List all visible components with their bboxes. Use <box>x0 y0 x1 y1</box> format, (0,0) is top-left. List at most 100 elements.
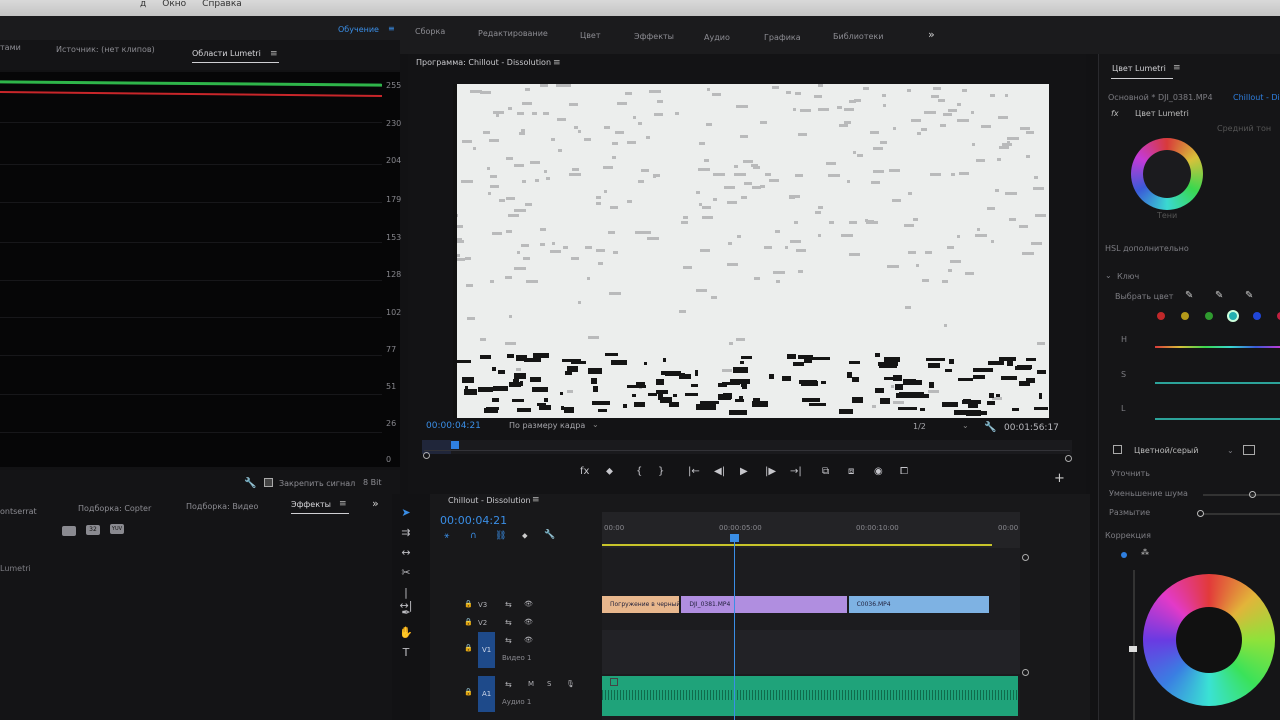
track-solo-button[interactable]: S <box>547 680 551 688</box>
menu-item-help[interactable]: Справка <box>202 0 242 10</box>
track-select-tool-icon[interactable]: ⇉ <box>398 526 414 539</box>
menu-item-window[interactable]: Окно <box>162 0 186 10</box>
wrench-icon[interactable]: 🔧 <box>244 478 256 489</box>
timeline-playhead[interactable] <box>729 534 739 720</box>
saturation-slider[interactable] <box>1155 382 1280 384</box>
marker-icon[interactable]: ⬥ <box>606 466 613 477</box>
bit-depth-select[interactable]: 8 Bit <box>363 478 381 487</box>
key-section-label[interactable]: Ключ <box>1117 272 1139 281</box>
hand-tool-icon[interactable]: ✋ <box>398 626 414 639</box>
track-mic-icon[interactable]: 🎙 <box>566 680 575 688</box>
track-visibility-icon[interactable]: 👁 <box>524 618 533 626</box>
timeline-timecode[interactable]: 00:00:04:21 <box>440 514 507 527</box>
sync-lock-icon[interactable]: ⇆ <box>505 600 512 609</box>
tab-effects[interactable]: Эффекты <box>291 500 349 514</box>
program-timecode[interactable]: 00:00:04:21 <box>426 421 481 431</box>
out-point-icon[interactable]: } <box>658 466 664 477</box>
fit-select[interactable]: По размеру кадра <box>509 421 585 430</box>
eyedropper-subtract-icon[interactable]: ✎ <box>1245 290 1253 301</box>
go-to-in-icon[interactable]: |← <box>688 466 700 477</box>
effects-menu-icon[interactable]: ≡ <box>339 499 347 509</box>
sync-lock-icon[interactable]: ⇆ <box>505 618 512 627</box>
in-point-icon[interactable]: { <box>636 466 642 477</box>
32bit-effects-icon[interactable]: 32 <box>86 525 100 535</box>
camera-icon[interactable]: ◉ <box>874 466 883 477</box>
sequence-clip-select[interactable]: Chillout - Di <box>1233 93 1280 102</box>
compare-icon[interactable]: ⧠ <box>900 466 908 477</box>
denoise-slider-thumb[interactable] <box>1249 491 1256 498</box>
tab-bin-copter[interactable]: Подборка: Copter <box>78 504 151 513</box>
fx-icon[interactable]: fx <box>580 466 589 477</box>
track-visibility-icon[interactable]: 👁 <box>524 636 533 644</box>
blur-slider[interactable] <box>1203 513 1280 515</box>
program-title[interactable]: Программа: Chillout - Dissolution <box>416 58 551 67</box>
nest-toggle-icon[interactable]: ⚹ <box>444 531 449 541</box>
timeline-title[interactable]: Chillout - Dissolution <box>448 496 531 505</box>
program-scrub-bar[interactable] <box>422 440 1072 454</box>
program-playhead[interactable] <box>451 441 460 449</box>
timeline-settings-icon[interactable]: 🔧 <box>544 530 555 540</box>
hsl-section-label[interactable]: HSL дополнительно <box>1105 244 1189 253</box>
workspace-tab-libraries[interactable]: Библиотеки <box>833 32 883 41</box>
workspace-tab-audio[interactable]: Аудио <box>704 33 730 42</box>
key-color-swatch[interactable] <box>1253 312 1261 320</box>
denoise-slider[interactable] <box>1203 494 1280 496</box>
step-back-icon[interactable]: ◀| <box>714 466 725 477</box>
key-color-swatch[interactable] <box>1205 312 1213 320</box>
linked-selection-icon[interactable]: ⛓ <box>495 531 506 541</box>
eyedropper-add-icon[interactable]: ✎ <box>1215 290 1223 301</box>
work-area-bar[interactable] <box>602 544 992 546</box>
correction-section-label[interactable]: Коррекция <box>1105 531 1151 540</box>
chevron-down-icon[interactable]: ⌄ <box>962 421 969 430</box>
workspace-menu-icon[interactable]: ≡ <box>388 24 395 33</box>
menu-item-view[interactable]: д <box>140 0 146 10</box>
pen-tool-icon[interactable]: ✒ <box>398 606 414 619</box>
correction-color-wheel[interactable] <box>1143 574 1275 706</box>
video-clip[interactable]: Погружение в черный <box>602 596 680 613</box>
workspace-tab-graphics[interactable]: Графика <box>764 33 801 42</box>
source-clip-select[interactable]: Основной * DJI_0381.MP4 <box>1108 93 1213 102</box>
correction-slider-thumb[interactable] <box>1129 646 1137 652</box>
key-color-swatch[interactable] <box>1181 312 1189 320</box>
program-menu-icon[interactable]: ≡ <box>553 58 561 68</box>
lumetri-menu-icon[interactable]: ≡ <box>1173 63 1181 73</box>
effects-list-item[interactable]: Lumetri <box>0 564 31 573</box>
correction-lightness-slider[interactable] <box>1133 570 1135 720</box>
workspace-tab-learning[interactable]: Обучение <box>338 25 379 34</box>
zoom-handle[interactable] <box>423 452 430 459</box>
video-clip[interactable]: DJI_0381.MP4 <box>681 596 847 613</box>
vertical-zoom-handle[interactable] <box>1022 554 1029 561</box>
collapse-chevron-icon[interactable]: ⌄ <box>1105 271 1112 280</box>
key-color-swatch[interactable] <box>1157 312 1165 320</box>
track-lock-icon[interactable]: 🔒 <box>464 618 473 626</box>
accelerated-effects-icon[interactable] <box>62 526 76 536</box>
track-lock-icon[interactable]: 🔒 <box>464 644 473 652</box>
vertical-zoom-handle[interactable] <box>1022 669 1029 676</box>
hue-slider[interactable] <box>1155 346 1280 348</box>
add-marker-icon[interactable]: ⬥ <box>522 531 528 541</box>
sync-lock-icon[interactable]: ⇆ <box>505 680 512 689</box>
fx-badge-icon[interactable]: fx <box>1111 109 1119 118</box>
wheel-mode-single[interactable] <box>1121 552 1127 558</box>
razor-tool-icon[interactable]: ✂ <box>398 566 414 579</box>
workspace-tab-color[interactable]: Цвет <box>580 31 601 40</box>
tab-lumetri-scopes[interactable]: Области Lumetri <box>192 49 279 63</box>
step-forward-icon[interactable]: |▶ <box>765 466 776 477</box>
tab-source-monitor[interactable]: Источник: (нет клипов) <box>56 45 155 54</box>
eyedropper-icon[interactable]: ✎ <box>1185 290 1193 301</box>
snap-icon[interactable]: ∩ <box>470 531 477 541</box>
video-clip[interactable]: C0036.MP4 <box>848 596 989 613</box>
track-mute-button[interactable]: M <box>528 680 534 688</box>
track-visibility-icon[interactable]: 👁 <box>524 600 533 608</box>
color-gray-checkbox[interactable] <box>1113 445 1122 454</box>
tab-partial-montserrat[interactable]: ontserrat <box>0 507 37 516</box>
add-button-icon[interactable]: + <box>1054 471 1065 486</box>
settings-wrench-icon[interactable]: 🔧 <box>984 422 996 433</box>
more-workspaces-icon[interactable]: » <box>928 28 935 41</box>
shadows-color-wheel[interactable] <box>1131 138 1203 210</box>
blur-slider-thumb[interactable] <box>1197 510 1204 517</box>
zoom-handle[interactable] <box>1065 455 1072 462</box>
chevron-down-icon[interactable]: ⌄ <box>1227 446 1234 455</box>
track-target-v2[interactable]: V2 <box>478 619 487 627</box>
workspace-tab-editing[interactable]: Редактирование <box>478 29 548 38</box>
